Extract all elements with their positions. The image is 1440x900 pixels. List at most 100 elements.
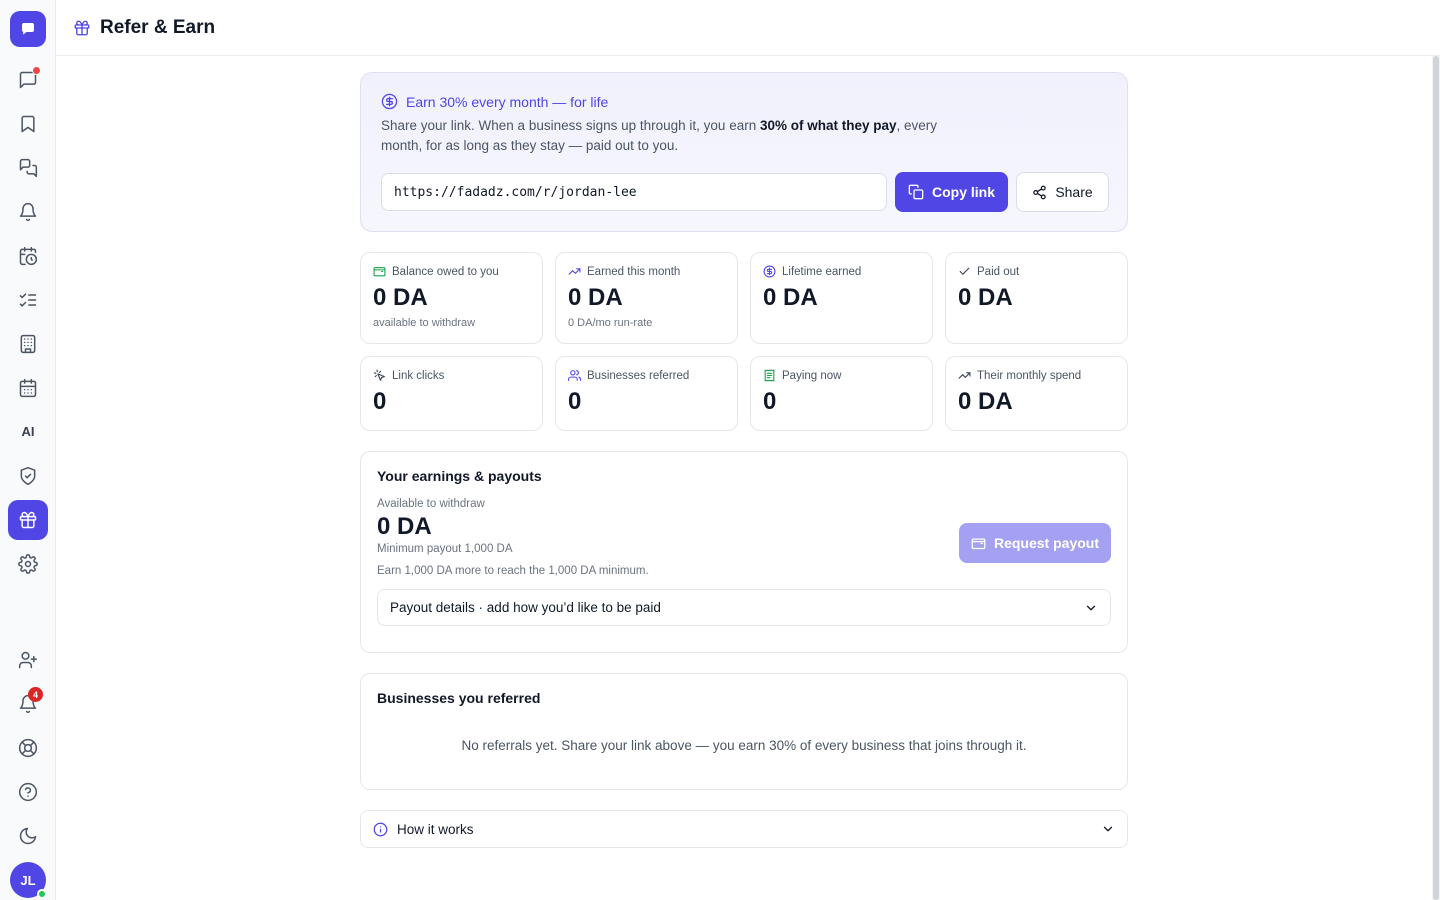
share-label: Share bbox=[1055, 184, 1093, 200]
notification-count-badge: 4 bbox=[28, 687, 43, 702]
copy-link-button[interactable]: Copy link bbox=[895, 172, 1008, 212]
gear-icon bbox=[18, 554, 38, 574]
stat-card-earned-month: Earned this month 0 DA 0 DA/mo run-rate bbox=[555, 252, 738, 344]
info-icon bbox=[373, 822, 388, 837]
stat-label: Balance owed to you bbox=[392, 265, 499, 278]
payout-details-label: Payout details · add how you’d like to b… bbox=[390, 600, 661, 615]
avatar-initials: JL bbox=[20, 872, 36, 888]
sidebar-item-security[interactable] bbox=[8, 456, 48, 496]
stat-value: 0 DA bbox=[958, 284, 1013, 311]
referral-link-row: Copy link Share bbox=[381, 172, 1109, 212]
user-plus-icon bbox=[18, 650, 38, 670]
available-label: Available to withdraw bbox=[377, 498, 485, 510]
stat-label: Link clicks bbox=[392, 369, 445, 382]
earnings-payouts-card: Your earnings & payouts Available to wit… bbox=[360, 451, 1128, 653]
app-logo-icon[interactable] bbox=[10, 11, 46, 47]
hero-description: Share your link. When a business signs u… bbox=[381, 116, 971, 156]
how-it-works-toggle[interactable]: How it works bbox=[360, 810, 1128, 848]
referral-hero: Earn 30% every month — for life Share yo… bbox=[360, 72, 1128, 232]
stat-subtext: available to withdraw bbox=[373, 317, 476, 329]
list-checks-icon bbox=[18, 290, 38, 310]
stat-label: Paying now bbox=[782, 369, 842, 382]
sidebar-item-schedule[interactable] bbox=[8, 236, 48, 276]
scrollbar-thumb[interactable] bbox=[1433, 56, 1439, 900]
unread-dot bbox=[32, 66, 41, 75]
payout-details-toggle[interactable]: Payout details · add how you’d like to b… bbox=[377, 589, 1111, 626]
sidebar-item-tasks[interactable] bbox=[8, 280, 48, 320]
referred-businesses-card: Businesses you referred No referrals yet… bbox=[360, 673, 1128, 790]
dollar-circle-icon bbox=[763, 265, 776, 278]
bell-icon bbox=[18, 202, 38, 222]
bookmark-icon bbox=[18, 114, 38, 134]
stat-value: 0 DA bbox=[958, 388, 1013, 415]
gift-icon bbox=[73, 19, 91, 37]
share-icon bbox=[1032, 185, 1047, 200]
sidebar-item-help[interactable] bbox=[8, 772, 48, 812]
gift-icon bbox=[18, 510, 38, 530]
ai-icon: AI bbox=[21, 423, 35, 439]
referral-link-input[interactable] bbox=[381, 173, 887, 211]
referred-title: Businesses you referred bbox=[377, 690, 541, 706]
sidebar-item-notifications[interactable] bbox=[8, 192, 48, 232]
stat-value: 0 DA bbox=[568, 284, 623, 311]
main-content: Earn 30% every month — for life Share yo… bbox=[360, 72, 1128, 848]
hero-headline: Earn 30% every month — for life bbox=[406, 93, 609, 110]
request-payout-label: Request payout bbox=[993, 535, 1099, 551]
hero-headline-row: Earn 30% every month — for life bbox=[381, 93, 1107, 110]
minimum-progress-text: Earn 1,000 DA more to reach the 1,000 DA… bbox=[377, 565, 649, 577]
request-payout-button[interactable]: Request payout bbox=[959, 523, 1111, 563]
sidebar-item-conversations[interactable] bbox=[8, 148, 48, 188]
moon-icon bbox=[18, 826, 38, 846]
earnings-title: Your earnings & payouts bbox=[377, 468, 542, 484]
referred-empty-state: No referrals yet. Share your link above … bbox=[461, 738, 1027, 753]
building-icon bbox=[18, 334, 38, 354]
stat-label: Their monthly spend bbox=[977, 369, 1082, 382]
stat-card-lifetime: Lifetime earned 0 DA bbox=[750, 252, 933, 344]
trending-up-icon bbox=[568, 265, 581, 278]
stat-card-balance: Balance owed to you 0 DA available to wi… bbox=[360, 252, 543, 344]
stat-subtext: 0 DA/mo run-rate bbox=[568, 317, 653, 329]
copy-link-label: Copy link bbox=[931, 184, 995, 200]
sidebar-item-reports[interactable] bbox=[8, 324, 48, 364]
sidebar-item-saved[interactable] bbox=[8, 104, 48, 144]
sidebar-item-alerts[interactable]: 4 bbox=[8, 684, 48, 724]
hero-desc-bold: 30% of what they pay bbox=[759, 118, 897, 133]
sidebar-item-invite[interactable] bbox=[8, 640, 48, 680]
user-avatar[interactable]: JL bbox=[10, 862, 47, 899]
help-circle-icon bbox=[18, 782, 38, 802]
stat-card-paying-now: Paying now 0 bbox=[750, 356, 933, 431]
sidebar-item-refer[interactable] bbox=[8, 500, 48, 540]
online-status-dot bbox=[37, 889, 47, 899]
stat-value: 0 bbox=[568, 388, 582, 415]
receipt-icon bbox=[763, 369, 776, 382]
stat-value: 0 DA bbox=[373, 284, 428, 311]
stat-card-link-clicks: Link clicks 0 bbox=[360, 356, 543, 431]
share-button[interactable]: Share bbox=[1016, 172, 1109, 212]
sidebar-item-theme[interactable] bbox=[8, 816, 48, 856]
shield-check-icon bbox=[18, 466, 38, 486]
wallet-icon bbox=[373, 265, 386, 278]
stat-value: 0 bbox=[763, 388, 777, 415]
sidebar: AI 4 JL bbox=[0, 0, 56, 900]
sidebar-item-settings[interactable] bbox=[8, 544, 48, 584]
users-icon bbox=[568, 369, 581, 382]
check-icon bbox=[958, 265, 971, 278]
sidebar-item-calendar[interactable] bbox=[8, 368, 48, 408]
stat-card-businesses-referred: Businesses referred 0 bbox=[555, 356, 738, 431]
stat-card-monthly-spend: Their monthly spend 0 DA bbox=[945, 356, 1128, 431]
how-it-works-label: How it works bbox=[397, 821, 474, 837]
sidebar-item-messages[interactable] bbox=[8, 60, 48, 100]
dollar-circle-icon bbox=[381, 93, 398, 110]
sidebar-item-ai[interactable]: AI bbox=[8, 411, 48, 451]
copy-icon bbox=[908, 184, 924, 200]
stat-value: 0 bbox=[373, 388, 387, 415]
page-header: Refer & Earn bbox=[56, 0, 1440, 56]
pointer-click-icon bbox=[373, 369, 386, 382]
calendar-icon bbox=[18, 378, 38, 398]
hero-desc-text: Share your link. When a business signs u… bbox=[381, 118, 760, 133]
stat-label: Lifetime earned bbox=[782, 265, 862, 278]
sidebar-item-support[interactable] bbox=[8, 728, 48, 768]
life-buoy-icon bbox=[18, 738, 38, 758]
messages-icon bbox=[18, 158, 38, 178]
chevron-down-icon bbox=[1084, 601, 1098, 615]
